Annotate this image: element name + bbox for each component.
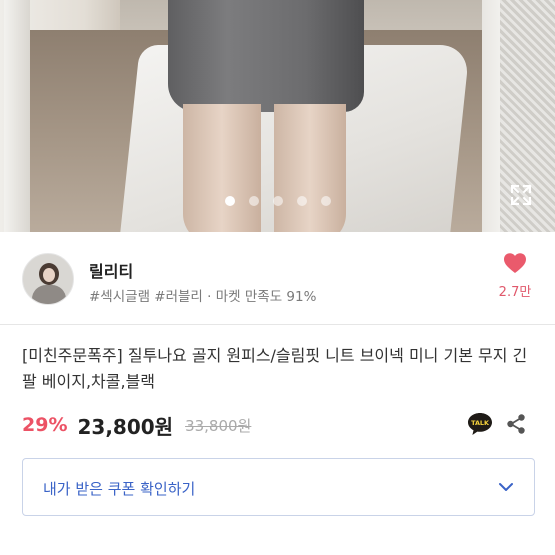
expand-icon[interactable] bbox=[509, 183, 533, 207]
chevron-down-icon bbox=[496, 477, 516, 497]
original-price: 33,800원 bbox=[185, 416, 252, 435]
like-button[interactable]: 2.7만 bbox=[488, 252, 542, 300]
sale-price: 23,800원 bbox=[77, 414, 174, 439]
carousel-dot[interactable] bbox=[296, 196, 307, 206]
carousel-dot[interactable] bbox=[320, 196, 331, 206]
carousel-dot[interactable] bbox=[272, 196, 283, 206]
like-count: 2.7만 bbox=[498, 285, 532, 300]
carousel-indicator bbox=[0, 196, 555, 206]
product-image-carousel[interactable] bbox=[0, 0, 555, 232]
avatar[interactable] bbox=[22, 253, 74, 305]
product-skirt bbox=[168, 0, 364, 112]
seller-name[interactable]: 릴리티 bbox=[89, 258, 133, 282]
heart-icon bbox=[504, 253, 526, 273]
market-satisfaction: · 마켓 만족도 91% bbox=[207, 289, 317, 305]
divider bbox=[0, 324, 555, 325]
carousel-dot[interactable] bbox=[224, 196, 235, 206]
product-title: [미친주문폭주] 질투나요 골지 원피스/슬림핏 니트 브이넥 미니 기본 무지… bbox=[22, 346, 528, 391]
seller-tags[interactable]: #섹시글램 #러블리 bbox=[89, 289, 203, 305]
kakaotalk-icon[interactable]: TALK bbox=[466, 411, 494, 437]
share-icon[interactable] bbox=[505, 413, 527, 435]
coupon-label: 내가 받은 쿠폰 확인하기 bbox=[43, 480, 196, 498]
price-row: 29% 23,800원 33,800원 bbox=[22, 410, 251, 440]
seller-row[interactable]: 릴리티 #섹시글램 #러블리 · 마켓 만족도 91% 2.7만 bbox=[0, 232, 555, 324]
kakao-label: TALK bbox=[471, 419, 490, 427]
carousel-dot[interactable] bbox=[248, 196, 259, 206]
coupon-check-button[interactable]: 내가 받은 쿠폰 확인하기 bbox=[22, 458, 535, 516]
seller-meta: #섹시글램 #러블리 · 마켓 만족도 91% bbox=[89, 285, 316, 305]
discount-rate: 29% bbox=[22, 414, 68, 436]
